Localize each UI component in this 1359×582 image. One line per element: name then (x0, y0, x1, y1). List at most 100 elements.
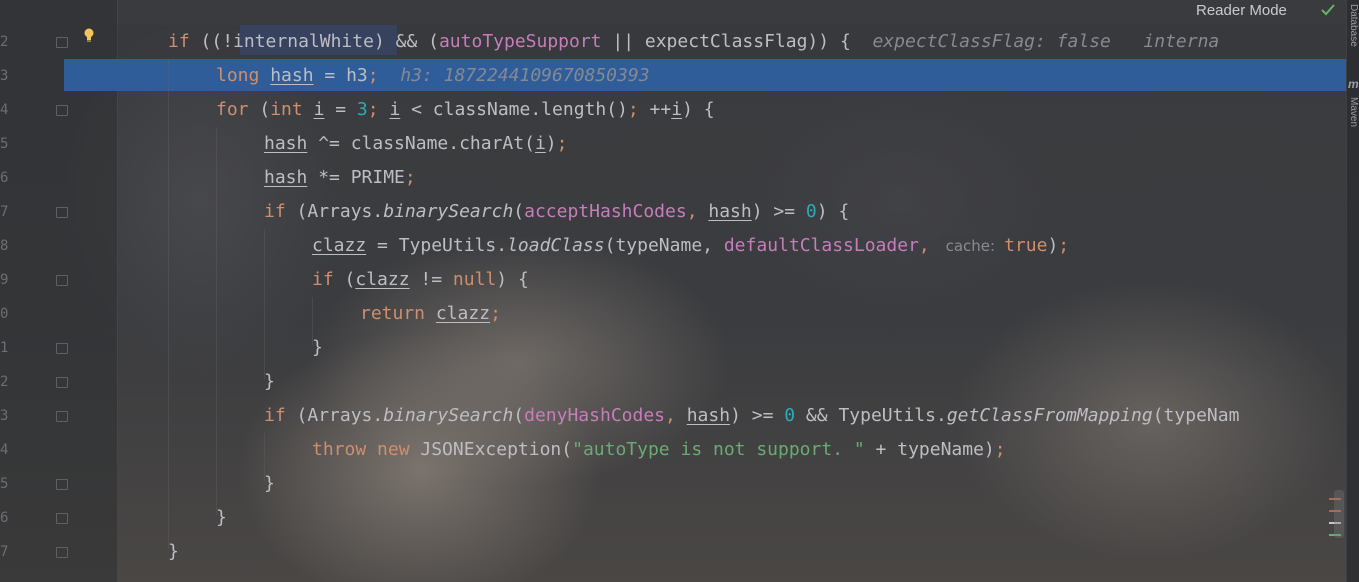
code-line[interactable]: } (264, 467, 275, 501)
code-text: ) >= (751, 201, 806, 222)
database-tool-tab[interactable]: Database (1348, 4, 1359, 47)
variable: hash (264, 133, 308, 154)
code-text: } (216, 507, 227, 528)
debug-inline-value: h3: 1872244109670850393 (400, 65, 650, 86)
code-line[interactable]: } (216, 501, 227, 535)
line-number: 4 (0, 102, 9, 118)
maven-tool-tab[interactable]: Maven (1348, 97, 1359, 127)
fold-icon[interactable] (56, 547, 68, 558)
fold-icon[interactable] (56, 377, 68, 388)
variable: i (389, 99, 401, 120)
punctuation: ; (627, 99, 639, 120)
punctuation: , (918, 235, 941, 256)
code-line[interactable]: if ((!internalWhite) && (autoTypeSupport… (168, 25, 1219, 59)
keyword: if (264, 405, 286, 426)
variable: clazz (435, 303, 491, 324)
variable: clazz (355, 269, 410, 290)
code-text: || expectClassFlag)) { (601, 31, 851, 52)
variable: hash (686, 405, 731, 426)
code-text: ) (545, 133, 557, 154)
code-line[interactable]: clazz = TypeUtils.loadClass(typeName, de… (312, 229, 1069, 263)
line-number: 2 (0, 34, 9, 50)
number: 0 (805, 201, 817, 222)
code-line[interactable]: } (264, 365, 275, 399)
fold-icon[interactable] (56, 37, 68, 48)
bulb-icon[interactable] (83, 28, 95, 42)
line-number: 6 (0, 510, 9, 526)
code-text: (Arrays. (285, 405, 384, 426)
code-line[interactable]: for (int i = 3; i < className.length(); … (216, 93, 715, 127)
code-line[interactable]: if (Arrays.binarySearch(denyHashCodes, h… (264, 399, 1239, 433)
reader-mode-button[interactable]: Reader Mode (1196, 2, 1287, 20)
variable: i (313, 99, 325, 120)
code-line[interactable]: } (312, 331, 323, 365)
keyword: int (270, 99, 303, 120)
parameter-hint: cache: (940, 235, 1001, 257)
code-line[interactable]: throw new JSONException("autoType is not… (312, 433, 1006, 467)
code-line[interactable]: hash *= PRIME; (264, 161, 416, 195)
punctuation: , (686, 201, 709, 222)
code-text: = TypeUtils. (366, 235, 508, 256)
keyword: for (216, 99, 249, 120)
code-text: (typeNam (1152, 405, 1240, 426)
scrollbar-thumb[interactable] (1334, 490, 1344, 538)
code-text: = h3 (313, 65, 368, 86)
code-text: *= PRIME (307, 167, 405, 188)
code-text: ( (513, 201, 525, 222)
number: 0 (784, 405, 796, 426)
fold-icon[interactable] (56, 513, 68, 524)
line-number: 2 (0, 374, 9, 390)
code-text: ) (1047, 235, 1059, 256)
code-text: ( (513, 405, 525, 426)
punctuation: ; (404, 167, 416, 188)
keyword: if (168, 31, 190, 52)
debug-inline-value: expectClassFlag: false (872, 31, 1111, 52)
keyword: true (1004, 235, 1048, 256)
line-number: 7 (0, 544, 9, 560)
identifier: internalWhite (233, 31, 374, 52)
punctuation: ; (367, 99, 390, 120)
code-text: ++ (638, 99, 672, 120)
punctuation: ; (994, 439, 1006, 460)
code-text: != (409, 269, 453, 290)
indent-guide (168, 59, 169, 549)
line-number: 0 (0, 306, 9, 322)
keyword: long (216, 65, 260, 86)
code-line[interactable]: if (Arrays.binarySearch(acceptHashCodes,… (264, 195, 849, 229)
variable: clazz (312, 235, 367, 256)
method: getClassFromMapping (946, 405, 1153, 426)
code-line[interactable]: if (clazz != null) { (312, 263, 529, 297)
code-text: ((! (189, 31, 234, 52)
number: 3 (356, 99, 368, 120)
code-line[interactable]: long hash = h3; h3: 1872244109670850393 (216, 59, 650, 93)
punctuation: ; (1058, 235, 1070, 256)
field: defaultClassLoader (723, 235, 919, 256)
code-line[interactable]: } (168, 535, 179, 569)
code-text: ) && ( (373, 31, 439, 52)
field: denyHashCodes (524, 405, 666, 426)
code-text: ) >= (730, 405, 785, 426)
indent-guide (264, 229, 265, 379)
code-text: < className.length() (400, 99, 628, 120)
fold-icon[interactable] (56, 411, 68, 422)
line-number: 3 (0, 408, 9, 424)
fold-icon[interactable] (56, 207, 68, 218)
line-number: 9 (0, 272, 9, 288)
line-number: 3 (0, 68, 9, 84)
fold-icon[interactable] (56, 275, 68, 286)
code-text: && TypeUtils. (795, 405, 947, 426)
fold-icon[interactable] (56, 343, 68, 354)
keyword: if (312, 269, 334, 290)
fold-icon[interactable] (56, 479, 68, 490)
fold-icon[interactable] (56, 105, 68, 116)
code-text: ) { (816, 201, 850, 222)
code-text: JSONException( (409, 439, 573, 460)
code-text: ( (248, 99, 271, 120)
code-line[interactable]: hash ^= className.charAt(i); (264, 127, 567, 161)
check-icon[interactable] (1321, 4, 1335, 16)
punctuation: ; (367, 65, 379, 86)
variable: i (534, 133, 546, 154)
code-line[interactable]: return clazz; (360, 297, 501, 331)
keyword: if (264, 201, 286, 222)
